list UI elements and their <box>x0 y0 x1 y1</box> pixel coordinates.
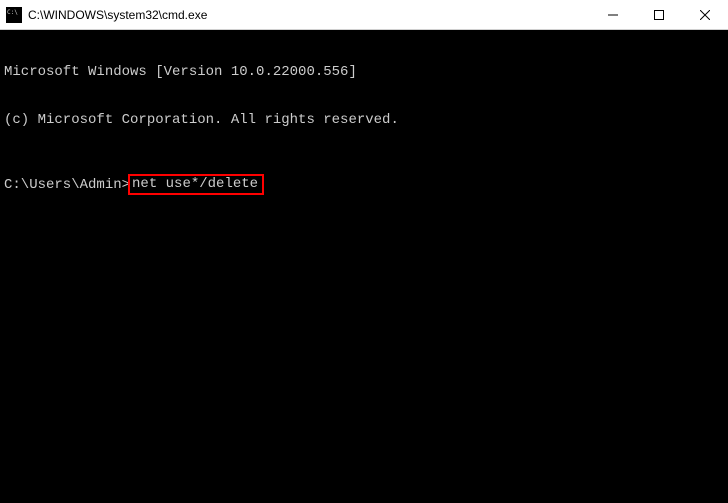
terminal-line-copyright: (c) Microsoft Corporation. All rights re… <box>4 112 724 128</box>
cmd-icon <box>6 7 22 23</box>
terminal-prompt-line: C:\Users\Admin>net use*/delete <box>4 174 724 195</box>
window-title: C:\WINDOWS\system32\cmd.exe <box>28 8 590 22</box>
close-button[interactable] <box>682 0 728 29</box>
terminal-content[interactable]: Microsoft Windows [Version 10.0.22000.55… <box>0 30 728 503</box>
maximize-button[interactable] <box>636 0 682 29</box>
close-icon <box>700 10 710 20</box>
maximize-icon <box>654 10 664 20</box>
window-controls <box>590 0 728 29</box>
terminal-prompt: C:\Users\Admin> <box>4 177 130 193</box>
cmd-window: C:\WINDOWS\system32\cmd.exe Microsoft Wi… <box>0 0 728 503</box>
minimize-button[interactable] <box>590 0 636 29</box>
terminal-command: net use*/delete <box>132 176 258 192</box>
titlebar[interactable]: C:\WINDOWS\system32\cmd.exe <box>0 0 728 30</box>
minimize-icon <box>608 10 618 20</box>
command-highlight: net use*/delete <box>128 174 264 195</box>
terminal-line-version: Microsoft Windows [Version 10.0.22000.55… <box>4 64 724 80</box>
